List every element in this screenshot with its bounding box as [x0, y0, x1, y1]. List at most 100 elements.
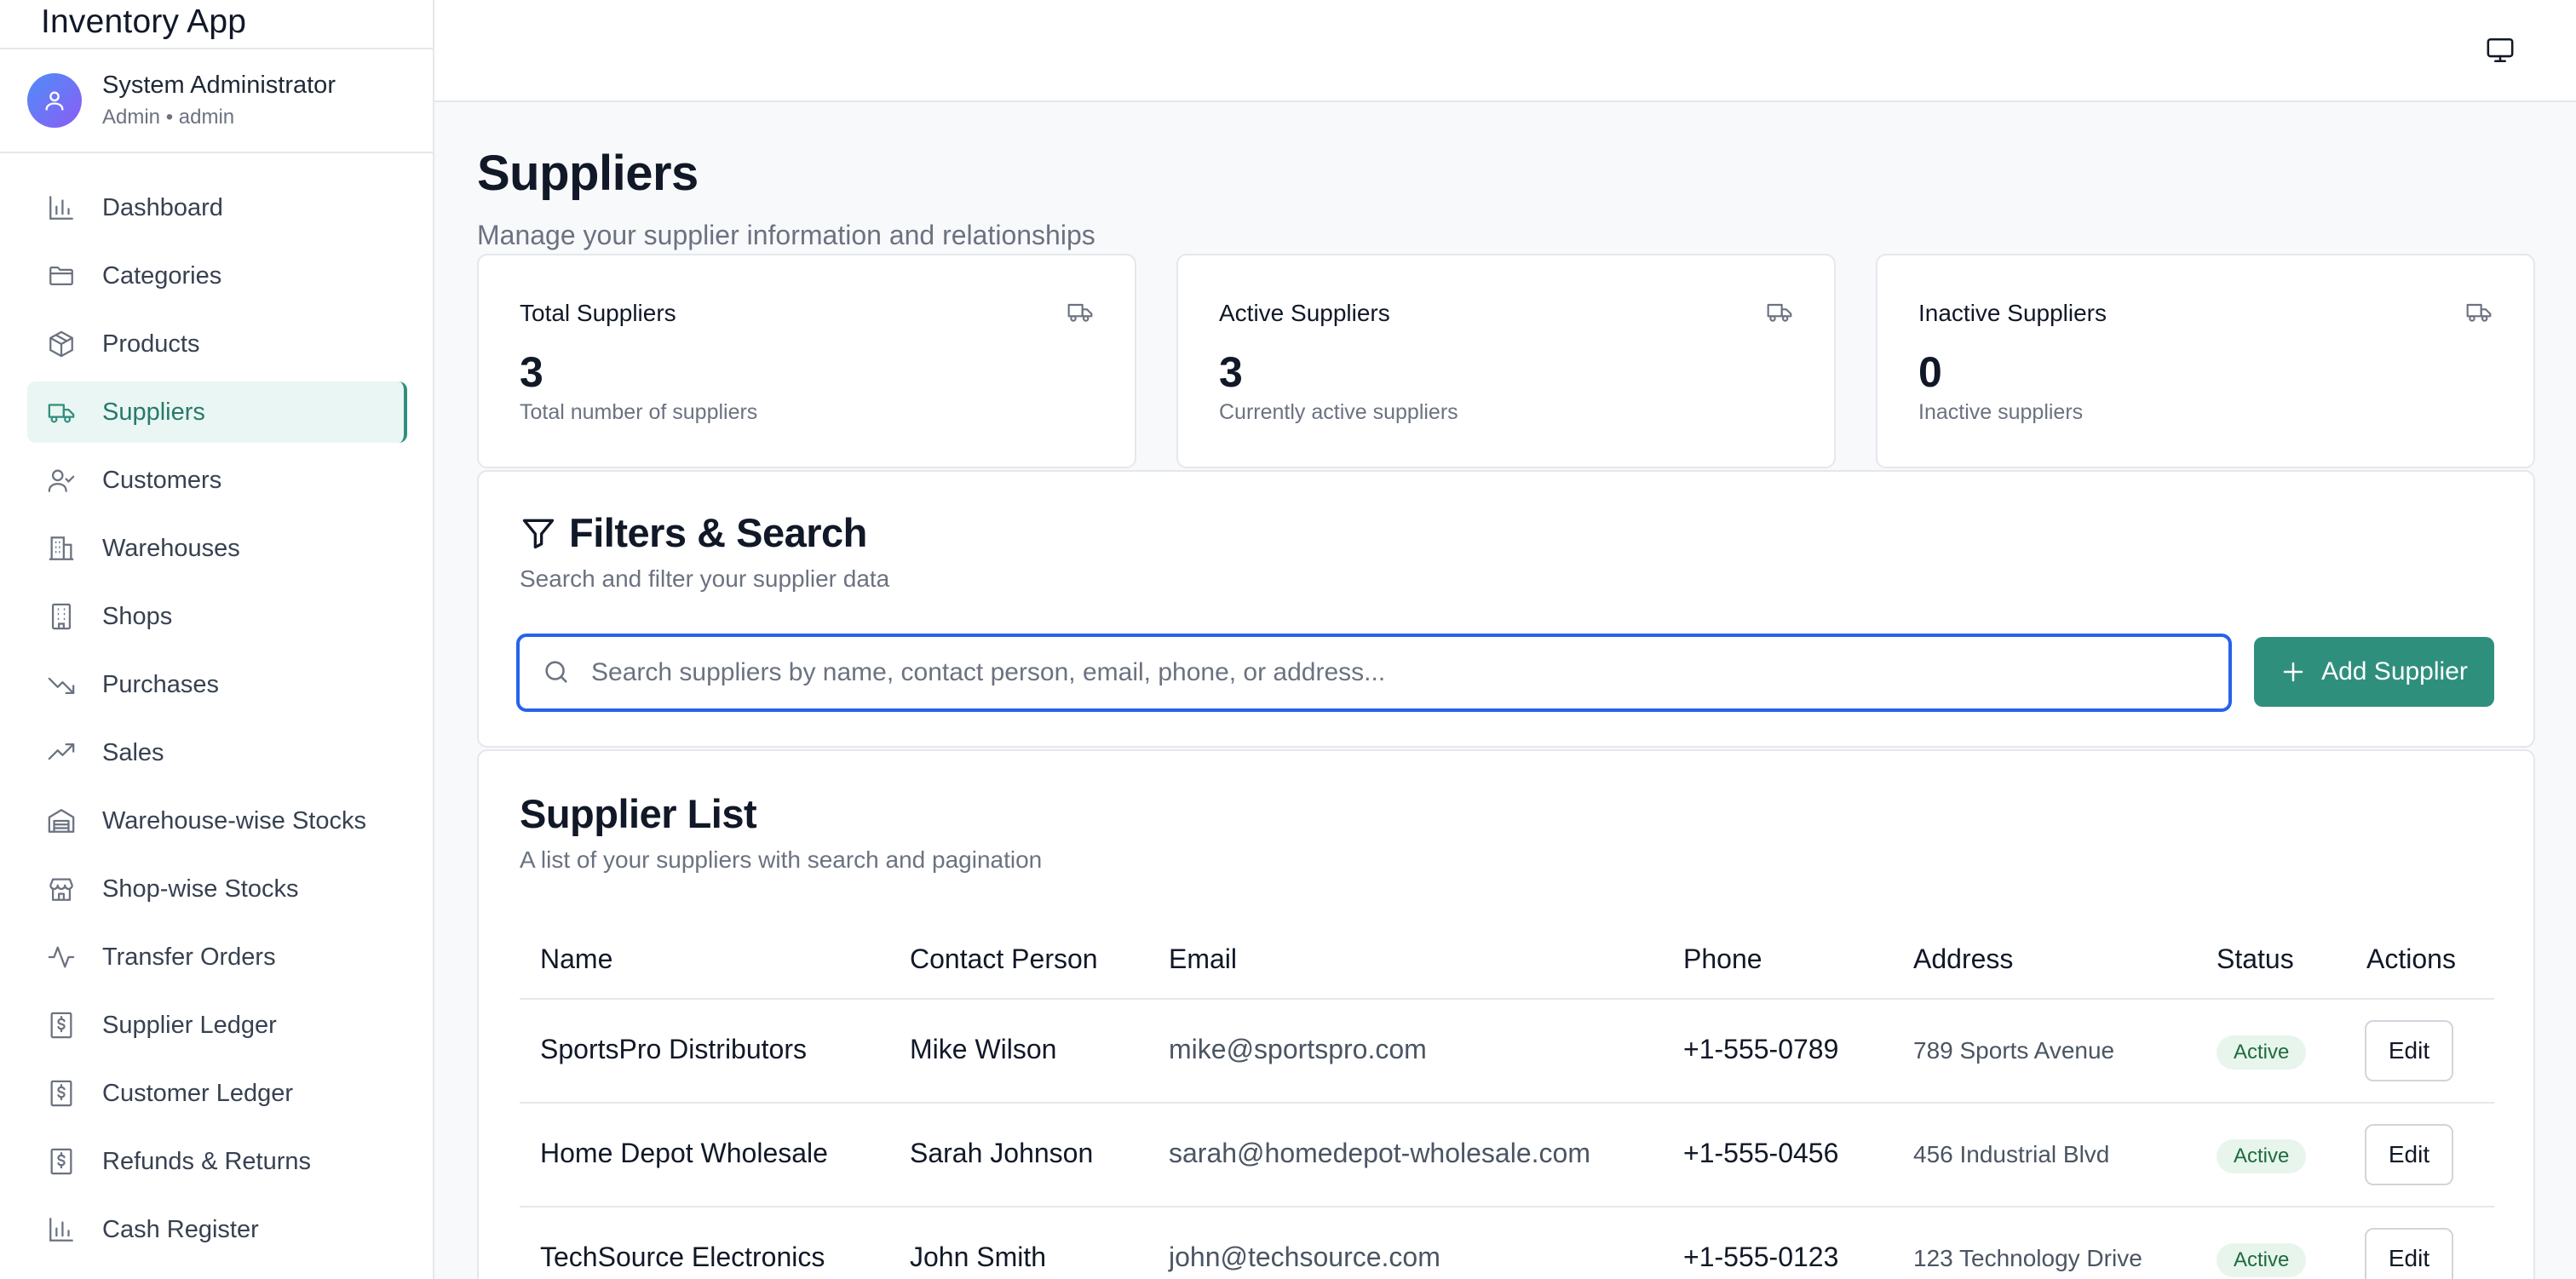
search-input[interactable]	[591, 645, 2210, 700]
list-description: A list of your suppliers with search and…	[520, 846, 1043, 873]
stat-value: 0	[1918, 348, 1942, 396]
package-icon	[46, 329, 77, 359]
page-title: Suppliers	[477, 146, 699, 201]
stat-label: Active Suppliers	[1219, 300, 1390, 326]
sidebar-item-label: Products	[102, 330, 200, 358]
stat-desc: Total number of suppliers	[520, 400, 758, 424]
sidebar-item-transfer-orders[interactable]: Transfer Orders	[27, 926, 407, 988]
user-name: System Administrator	[102, 72, 336, 99]
stat-value: 3	[1219, 348, 1243, 396]
sidebar-item-label: Refunds & Returns	[102, 1147, 312, 1175]
column-header-status[interactable]: Status	[2217, 943, 2294, 975]
column-header-actions: Actions	[2366, 943, 2456, 974]
status-badge: Active	[2217, 1243, 2307, 1277]
divider	[0, 152, 433, 153]
user-icon	[45, 91, 64, 111]
status-badge: Active	[2217, 1035, 2307, 1070]
sidebar-item-products[interactable]: Products	[27, 313, 407, 375]
supplier-list-card: Supplier List A list of your suppliers w…	[477, 749, 2535, 1279]
filters-card: Filters & Search Search and filter your …	[477, 470, 2535, 748]
contact-person: Mike Wilson	[910, 1034, 1057, 1064]
filters-description: Search and filter your supplier data	[520, 565, 890, 592]
sidebar-item-label: Sales	[102, 738, 164, 766]
supplier-table: Name Contact Person Email Phone Address …	[520, 921, 2494, 1279]
sidebar-item-shops[interactable]: Shops	[27, 586, 407, 647]
supplier-email[interactable]: sarah@homedepot-wholesale.com	[1169, 1138, 1590, 1169]
sidebar-item-purchases[interactable]: Purchases	[27, 654, 407, 715]
monitor-icon[interactable]	[2486, 36, 2516, 66]
truck-icon	[1067, 298, 1094, 325]
divider	[0, 48, 433, 49]
column-header-phone[interactable]: Phone	[1683, 943, 1762, 975]
table-row[interactable]: TechSource Electronics John Smith john@t…	[520, 1207, 2494, 1279]
sidebar-item-dashboard[interactable]: Dashboard	[27, 177, 407, 238]
user-role: Admin • admin	[102, 106, 235, 129]
contact-person: Sarah Johnson	[910, 1138, 1094, 1168]
stat-desc: Currently active suppliers	[1219, 400, 1458, 424]
supplier-phone: +1-555-0789	[1683, 1034, 1839, 1064]
filter-icon	[520, 514, 557, 552]
plus-icon	[2280, 659, 2306, 685]
supplier-address: 456 Industrial Blvd	[1913, 1141, 2110, 1167]
sidebar-item-refunds-returns[interactable]: Refunds & Returns	[27, 1131, 407, 1192]
sidebar-item-customers[interactable]: Customers	[27, 450, 407, 511]
user-profile[interactable]: System Administrator Admin • admin	[26, 72, 417, 131]
sidebar-item-label: Suppliers	[102, 398, 205, 426]
stat-card-inactive: Inactive Suppliers 0 Inactive suppliers	[1876, 254, 2535, 468]
table-row[interactable]: SportsPro Distributors Mike Wilson mike@…	[520, 1000, 2494, 1104]
supplier-email[interactable]: mike@sportspro.com	[1169, 1034, 1427, 1065]
supplier-email[interactable]: john@techsource.com	[1169, 1242, 1440, 1273]
sidebar-item-label: Warehouse-wise Stocks	[102, 806, 366, 835]
topbar	[434, 0, 2576, 102]
stat-card-total: Total Suppliers 3 Total number of suppli…	[477, 254, 1136, 468]
sidebar-item-warehouses[interactable]: Warehouses	[27, 518, 407, 579]
table-row[interactable]: Home Depot Wholesale Sarah Johnson sarah…	[520, 1104, 2494, 1207]
bar-chart-icon	[46, 192, 77, 223]
edit-button[interactable]: Edit	[2365, 1020, 2453, 1081]
column-header-address[interactable]: Address	[1913, 943, 2013, 975]
truck-icon	[1766, 298, 1793, 325]
sidebar-item-suppliers[interactable]: Suppliers	[27, 381, 407, 443]
edit-button[interactable]: Edit	[2365, 1124, 2453, 1185]
sidebar-item-categories[interactable]: Categories	[27, 245, 407, 307]
activity-icon	[46, 942, 77, 972]
bar-chart-icon	[46, 1214, 77, 1245]
list-title: Supplier List	[520, 791, 757, 836]
sidebar-item-sales[interactable]: Sales	[27, 722, 407, 783]
sidebar-item-customer-ledger[interactable]: Customer Ledger	[27, 1063, 407, 1124]
add-supplier-button[interactable]: Add Supplier	[2254, 637, 2494, 707]
column-header-contact[interactable]: Contact Person	[910, 943, 1098, 975]
user-check-icon	[46, 465, 77, 496]
sidebar-item-cash-register[interactable]: Cash Register	[27, 1199, 407, 1260]
sidebar-item-supplier-ledger[interactable]: Supplier Ledger	[27, 995, 407, 1056]
sidebar-item-label: Purchases	[102, 670, 220, 698]
sidebar-item-label: Warehouses	[102, 534, 240, 562]
contact-person: John Smith	[910, 1242, 1047, 1272]
search-field[interactable]	[516, 634, 2232, 712]
column-header-email[interactable]: Email	[1169, 943, 1237, 975]
column-header-name[interactable]: Name	[540, 943, 612, 975]
trending-up-icon	[46, 737, 77, 768]
sidebar-item-shop-stocks[interactable]: Shop-wise Stocks	[27, 858, 407, 920]
supplier-phone: +1-555-0456	[1683, 1138, 1839, 1168]
warehouse-icon	[46, 806, 77, 836]
sidebar-item-warehouse-stocks[interactable]: Warehouse-wise Stocks	[27, 790, 407, 852]
sidebar-item-label: Customer Ledger	[102, 1079, 294, 1107]
dollar-receipt-icon	[46, 1010, 77, 1041]
building-icon	[46, 533, 77, 564]
stat-label: Inactive Suppliers	[1918, 300, 2107, 326]
page-subtitle: Manage your supplier information and rel…	[477, 220, 1095, 250]
add-supplier-label: Add Supplier	[2321, 657, 2468, 685]
trending-down-icon	[46, 669, 77, 700]
stat-label: Total Suppliers	[520, 300, 676, 326]
supplier-address: 123 Technology Drive	[1913, 1245, 2142, 1271]
search-icon	[542, 657, 572, 688]
office-building-icon	[46, 601, 77, 632]
truck-icon	[46, 397, 77, 427]
supplier-name: SportsPro Distributors	[540, 1034, 807, 1064]
stat-desc: Inactive suppliers	[1918, 400, 2084, 424]
edit-button[interactable]: Edit	[2365, 1228, 2453, 1279]
sidebar-item-label: Categories	[102, 261, 222, 290]
sidebar-item-label: Shops	[102, 602, 173, 630]
dollar-receipt-icon	[46, 1078, 77, 1109]
